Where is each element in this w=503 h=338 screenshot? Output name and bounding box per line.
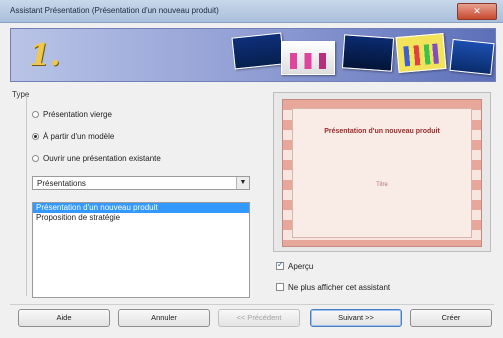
radio-button[interactable] <box>32 132 39 140</box>
radio-label: Présentation vierge <box>43 109 112 119</box>
title-bar: Assistant Présentation (Présentation d'u… <box>0 0 503 23</box>
radio-from-template[interactable]: À partir d'un modèle <box>32 130 114 142</box>
cancel-button[interactable]: Annuler <box>118 309 210 327</box>
template-list[interactable]: Présentation d'un nouveau produit Propos… <box>32 202 250 298</box>
window-title: Assistant Présentation (Présentation d'u… <box>10 6 219 15</box>
banner-thumbnail-1 <box>231 32 285 70</box>
radio-button[interactable] <box>32 154 39 162</box>
next-button[interactable]: Suivant >> <box>310 309 402 327</box>
radio-open-existing[interactable]: Ouvrir une présentation existante <box>32 152 161 164</box>
chevron-down-icon[interactable]: ▼ <box>236 177 249 189</box>
help-button[interactable]: Aide <box>18 309 110 327</box>
radio-label: À partir d'un modèle <box>43 131 115 141</box>
preview-checkbox[interactable] <box>276 260 284 270</box>
slide-subtitle: Titre <box>376 182 388 188</box>
preview-checkbox-row[interactable]: Aperçu <box>276 260 313 272</box>
no-show-checkbox-row[interactable]: Ne plus afficher cet assistant <box>276 281 390 293</box>
preview-frame: Présentation d'un nouveau produit Titre <box>273 92 491 252</box>
template-category-select[interactable]: Présentations ▼ <box>32 176 250 190</box>
radio-empty-presentation[interactable]: Présentation vierge <box>32 108 112 120</box>
slide-preview: Présentation d'un nouveau produit Titre <box>282 99 482 247</box>
slide-title: Présentation d'un nouveau produit <box>324 128 440 135</box>
button-divider <box>10 304 494 305</box>
list-item[interactable]: Proposition de stratégie <box>33 213 249 223</box>
checkbox-label: Ne plus afficher cet assistant <box>288 282 391 292</box>
create-button[interactable]: Créer <box>410 309 492 327</box>
select-value: Présentations <box>37 179 86 188</box>
banner-thumbnail-5 <box>449 38 495 76</box>
close-icon[interactable]: ✕ <box>457 3 497 20</box>
banner-thumbnail-4 <box>395 32 447 74</box>
wizard-banner: 1. <box>10 28 496 82</box>
radio-button[interactable] <box>32 110 39 118</box>
list-item[interactable]: Présentation d'un nouveau produit <box>33 203 249 213</box>
slide-content-area: Présentation d'un nouveau produit Titre <box>292 108 472 238</box>
radio-label: Ouvrir une présentation existante <box>43 153 161 163</box>
banner-thumbnail-3 <box>341 34 395 72</box>
banner-thumbnail-2 <box>281 41 335 75</box>
no-show-checkbox[interactable] <box>276 283 284 291</box>
checkbox-label: Aperçu <box>288 261 314 271</box>
step-number: 1. <box>29 38 61 73</box>
previous-button[interactable]: << Précédent <box>218 309 300 327</box>
